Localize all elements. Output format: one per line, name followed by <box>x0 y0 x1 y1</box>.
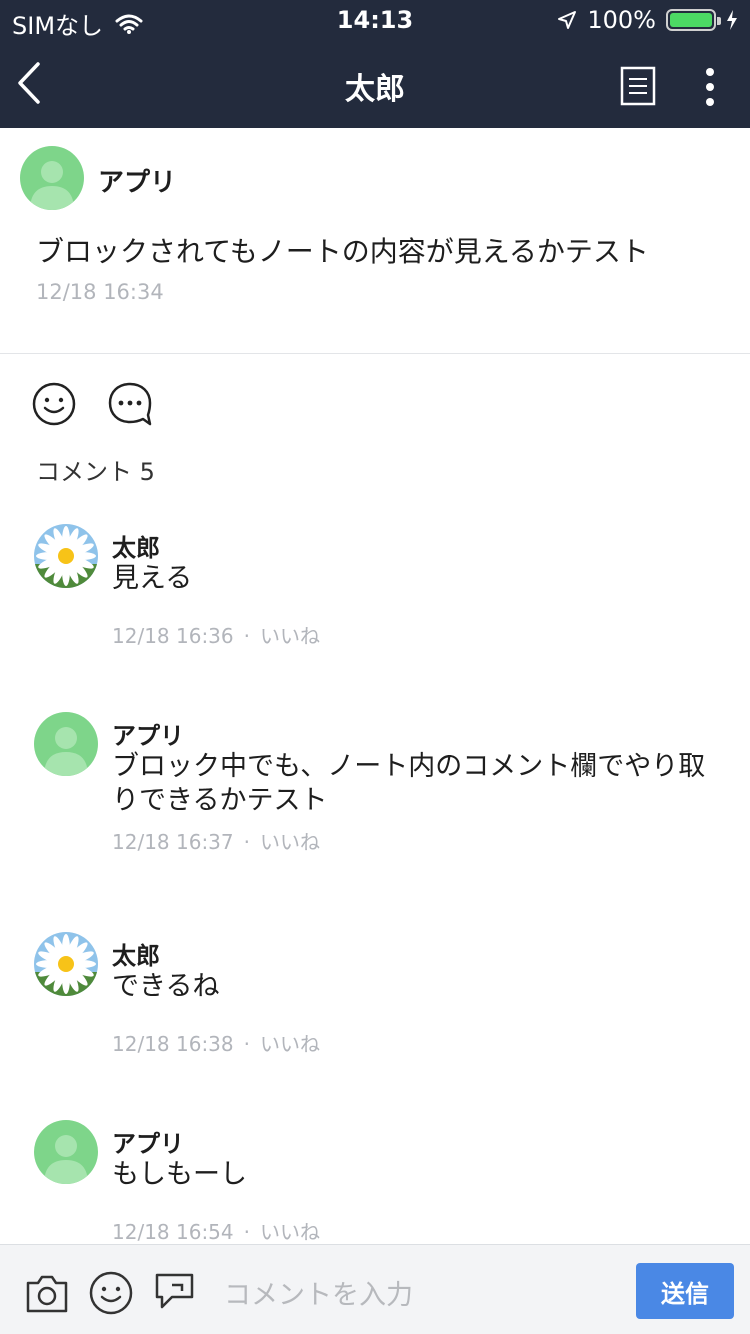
post-username[interactable]: アプリ <box>98 162 176 199</box>
battery-icon <box>666 9 721 31</box>
default-avatar-icon <box>34 712 98 776</box>
avatar[interactable] <box>34 932 98 996</box>
post-text: ブロックされてもノートの内容が見えるかテスト <box>36 235 649 268</box>
comment-text: 見える <box>112 563 193 594</box>
daisy-avatar-icon <box>34 932 98 996</box>
comment-input[interactable]: コメントを入力 <box>224 1273 413 1312</box>
comment-username[interactable]: アプリ <box>112 1124 184 1159</box>
comment-text: できるね <box>112 971 220 1002</box>
navigation-bar: 太郎 <box>0 40 750 128</box>
comment-meta: 12/18 16:37 · いいね <box>112 826 320 855</box>
charging-bolt-icon <box>727 10 737 30</box>
note-list-icon[interactable] <box>620 66 656 106</box>
camera-icon[interactable] <box>24 1271 70 1315</box>
like-link[interactable]: いいね <box>260 1032 320 1056</box>
comment-username[interactable]: アプリ <box>112 716 184 751</box>
comment-timestamp: 12/18 16:38 <box>112 1032 234 1056</box>
comment-meta: 12/18 16:54 · いいね <box>112 1216 320 1245</box>
status-bar: SIMなし 14:13 100% <box>0 0 750 40</box>
smiley-reaction-icon[interactable] <box>32 382 76 426</box>
separator-dot: · <box>243 624 250 648</box>
top-header: SIMなし 14:13 100% 太郎 <box>0 0 750 128</box>
comment-meta: 12/18 16:38 · いいね <box>112 1028 320 1057</box>
daisy-avatar-icon <box>34 524 98 588</box>
note-post: アプリ ブロックされてもノートの内容が見えるかテスト 12/18 16:34 <box>0 128 750 354</box>
comment-bubble-icon[interactable] <box>108 382 152 426</box>
comment-timestamp: 12/18 16:37 <box>112 830 234 854</box>
separator-dot: · <box>243 1032 250 1056</box>
post-timestamp: 12/18 16:34 <box>36 280 164 304</box>
comment-text: ブロック中でも、ノート内のコメント欄でやり取りできるかテスト <box>112 751 706 816</box>
comment-count: コメント 5 <box>36 458 155 486</box>
separator-dot: · <box>243 830 250 854</box>
like-link[interactable]: いいね <box>260 624 320 648</box>
like-link[interactable]: いいね <box>260 1220 320 1244</box>
battery-percent: 100% <box>587 6 656 34</box>
emoji-icon[interactable] <box>88 1271 134 1315</box>
send-button[interactable]: 送信 <box>636 1263 734 1319</box>
avatar[interactable] <box>34 524 98 588</box>
comment-username[interactable]: 太郎 <box>112 936 160 971</box>
more-options-icon[interactable] <box>696 66 724 108</box>
comment-timestamp: 12/18 16:54 <box>112 1220 234 1244</box>
separator-dot: · <box>243 1220 250 1244</box>
avatar[interactable] <box>34 712 98 776</box>
default-avatar-icon <box>20 146 84 210</box>
sticker-icon[interactable] <box>152 1271 198 1315</box>
location-arrow-icon <box>558 11 577 29</box>
avatar[interactable] <box>34 1120 98 1184</box>
comment-composer: コメントを入力 送信 <box>0 1244 750 1334</box>
comment-username[interactable]: 太郎 <box>112 528 160 563</box>
comment-timestamp: 12/18 16:36 <box>112 624 234 648</box>
avatar[interactable] <box>20 146 84 210</box>
like-link[interactable]: いいね <box>260 830 320 854</box>
comment-meta: 12/18 16:36 · いいね <box>112 620 320 649</box>
comment-text: もしもーし <box>112 1159 247 1190</box>
default-avatar-icon <box>34 1120 98 1184</box>
